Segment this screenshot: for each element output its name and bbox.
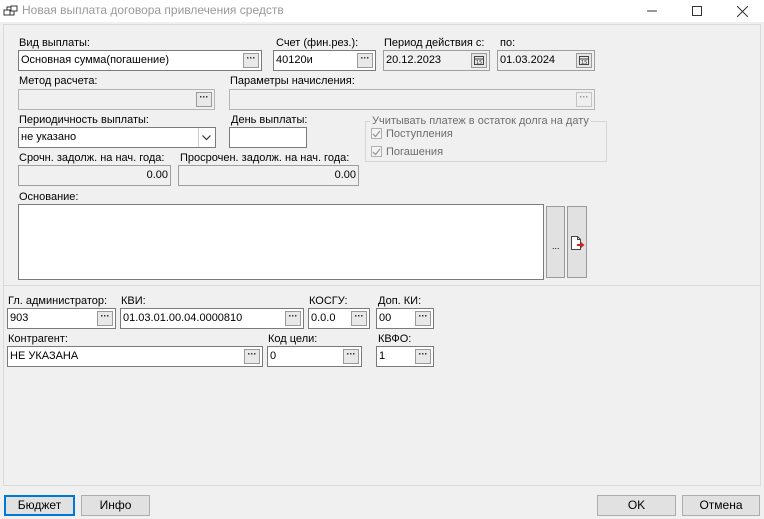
period-to-calendar-button[interactable]: 15 [576, 53, 592, 68]
document-arrow-icon [571, 236, 585, 250]
basis-select-button[interactable]: ... [546, 206, 565, 278]
admin-label: Гл. администратор: [8, 295, 108, 307]
ellipsis-icon: ··· [247, 349, 257, 359]
kvi-label: КВИ: [121, 295, 146, 307]
close-button[interactable] [720, 0, 764, 22]
ellipsis-icon: ··· [354, 311, 364, 321]
receipts-label: Поступления [386, 128, 453, 140]
app-icon [3, 5, 18, 16]
repayments-label: Погашения [386, 146, 444, 158]
dop-ki-select-button[interactable]: ··· [415, 311, 431, 326]
overdue-debt-label: Просрочен. задолж. на нач. года: [180, 152, 350, 164]
repayments-checkbox[interactable] [371, 146, 382, 157]
section-divider [4, 285, 760, 286]
svg-text:15: 15 [581, 60, 587, 65]
ellipsis-icon: ··· [199, 92, 209, 102]
periodicity-value: не указано [21, 131, 77, 143]
period-to-label: по: [500, 37, 516, 49]
period-from-label: Период действия с: [384, 37, 485, 49]
calc-method-field [18, 89, 215, 110]
calc-method-label: Метод расчета: [19, 75, 98, 87]
kvfo-value: 1 [379, 350, 386, 362]
kosgu-label: КОСГУ: [309, 295, 348, 307]
dop-ki-value: 00 [379, 312, 392, 324]
accrual-params-label: Параметры начисления: [230, 75, 355, 87]
period-to-value: 01.03.2024 [500, 54, 556, 66]
ellipsis-icon: ··· [288, 311, 298, 321]
budget-button[interactable]: Бюджет [4, 495, 75, 516]
admin-select-button[interactable]: ··· [97, 311, 113, 326]
kvfo-select-button[interactable]: ··· [415, 349, 431, 364]
ellipsis-icon: ··· [100, 311, 110, 321]
calendar-icon: 15 [474, 56, 484, 65]
ellipsis-icon: ··· [418, 311, 428, 321]
receipts-checkbox[interactable] [371, 128, 382, 139]
payment-type-select-button[interactable]: ··· [243, 53, 259, 68]
calendar-icon: 15 [579, 56, 589, 65]
chevron-down-icon [202, 134, 211, 140]
accrual-params-select-button: ··· [576, 92, 592, 107]
payment-day-field[interactable] [229, 127, 307, 148]
payment-type-value: Основная сумма(погашение) [21, 54, 169, 66]
kosgu-value: 0.0.0 [311, 312, 336, 324]
goal-code-label: Код цели: [268, 333, 318, 345]
periodicity-dropdown[interactable]: не указано [18, 127, 216, 148]
goal-code-select-button[interactable]: ··· [343, 349, 359, 364]
debt-balance-group-label: Учитывать платеж в остаток долга на дату [370, 115, 591, 128]
goal-code-value: 0 [270, 350, 277, 362]
basis-textarea[interactable] [18, 204, 544, 280]
basis-dots-label: ... [552, 241, 560, 251]
counterparty-field[interactable]: НЕ УКАЗАНА [7, 346, 263, 367]
accrual-params-field [229, 89, 595, 110]
periodicity-label: Периодичность выплаты: [19, 114, 149, 126]
kvi-select-button[interactable]: ··· [285, 311, 301, 326]
calc-method-select-button[interactable]: ··· [196, 92, 212, 107]
urgent-debt-value: 0.00 [146, 169, 168, 181]
counterparty-label: Контрагент: [8, 333, 68, 345]
periodicity-dropdown-arrow[interactable] [198, 128, 214, 147]
period-from-value: 20.12.2023 [386, 54, 442, 66]
checkmark-icon [372, 148, 381, 155]
account-value: 40120и [276, 54, 313, 66]
kvfo-label: КВФО: [378, 333, 412, 345]
kosgu-select-button[interactable]: ··· [351, 311, 367, 326]
ellipsis-icon: ··· [246, 53, 256, 63]
basis-export-button[interactable] [567, 206, 587, 278]
cancel-button[interactable]: Отмена [682, 495, 760, 516]
overdue-debt-value: 0.00 [334, 169, 356, 181]
ellipsis-icon: ··· [418, 349, 428, 359]
ellipsis-icon: ··· [579, 92, 589, 102]
admin-value: 903 [10, 312, 29, 324]
window-title: Новая выплата договора привлечения средс… [22, 3, 284, 17]
dop-ki-label: Доп. КИ: [378, 295, 422, 307]
account-label: Счет (фин.рез.): [276, 37, 359, 49]
payment-type-label: Вид выплаты: [19, 37, 90, 49]
ellipsis-icon: ··· [346, 349, 356, 359]
kvi-value: 01.03.01.00.04.0000810 [123, 312, 243, 324]
ellipsis-icon: ··· [360, 53, 370, 63]
counterparty-select-button[interactable]: ··· [244, 349, 260, 364]
period-from-calendar-button[interactable]: 15 [471, 53, 487, 68]
maximize-button[interactable] [675, 0, 719, 22]
urgent-debt-field: 0.00 [18, 165, 171, 186]
info-button[interactable]: Инфо [81, 495, 150, 516]
payment-type-field[interactable]: Основная сумма(погашение) [18, 50, 262, 71]
maximize-icon [692, 6, 702, 16]
counterparty-value: НЕ УКАЗАНА [10, 350, 79, 362]
checkmark-icon [372, 130, 381, 137]
basis-label: Основание: [19, 191, 79, 203]
urgent-debt-label: Срочн. задолж. на нач. года: [19, 152, 165, 164]
account-select-button[interactable]: ··· [357, 53, 373, 68]
ok-button[interactable]: OK [597, 495, 676, 516]
kvi-field[interactable]: 01.03.01.00.04.0000810 [120, 308, 304, 329]
minimize-button[interactable] [630, 0, 674, 22]
overdue-debt-field: 0.00 [178, 165, 359, 186]
payment-day-label: День выплаты: [231, 114, 308, 126]
close-icon [736, 5, 748, 17]
svg-text:15: 15 [476, 60, 482, 65]
minimize-icon [647, 10, 657, 12]
